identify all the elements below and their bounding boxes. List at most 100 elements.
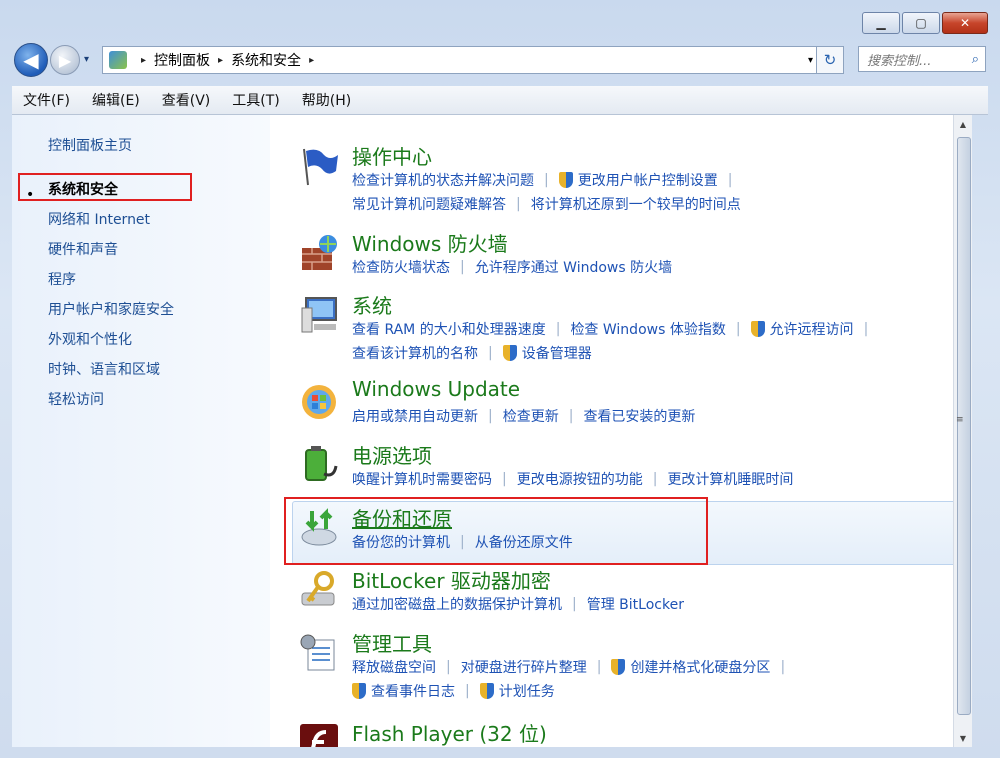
- task-link[interactable]: 允许远程访问: [770, 319, 854, 339]
- content-area: 控制面板主页 • 系统和安全 网络和 Internet 硬件和声音 程序 用户帐…: [12, 115, 972, 747]
- menu-view[interactable]: 查看(V): [151, 90, 222, 110]
- history-dropdown-icon[interactable]: ▾: [84, 54, 89, 65]
- close-button[interactable]: ✕: [942, 12, 988, 34]
- task-link[interactable]: 设备管理器: [522, 343, 592, 363]
- forward-button[interactable]: ▶: [50, 45, 80, 75]
- sidebar-item-clock-region[interactable]: 时钟、语言和区域: [48, 359, 160, 379]
- sidebar-home-link[interactable]: 控制面板主页: [48, 135, 132, 155]
- sidebar-item-network[interactable]: 网络和 Internet: [48, 209, 150, 229]
- task-link[interactable]: 查看已安装的更新: [583, 406, 695, 426]
- task-link[interactable]: 检查更新: [503, 406, 559, 426]
- search-input[interactable]: 搜索控制... ⌕: [858, 46, 986, 72]
- breadcrumb-separator-icon[interactable]: ▸: [309, 55, 314, 66]
- breadcrumb-separator-icon[interactable]: ▸: [218, 55, 223, 66]
- maximize-button[interactable]: ▢: [902, 12, 940, 34]
- category-title[interactable]: 管理工具: [352, 628, 432, 657]
- task-link[interactable]: 检查防火墙状态: [352, 257, 450, 277]
- link-divider: |: [488, 408, 493, 424]
- link-row: 释放磁盘空间 | 对硬盘进行碎片整理 | 创建并格式化硬盘分区 |: [352, 657, 795, 677]
- minimize-button[interactable]: ▁: [862, 12, 900, 34]
- task-link[interactable]: 常见计算机问题疑难解答: [352, 194, 506, 214]
- task-link[interactable]: 启用或禁用自动更新: [352, 406, 478, 426]
- link-divider: |: [572, 596, 577, 612]
- scroll-down-icon[interactable]: ▼: [956, 731, 970, 745]
- link-divider: |: [465, 683, 470, 699]
- link-divider: |: [460, 259, 465, 275]
- link-row: 查看 RAM 的大小和处理器速度 | 检查 Windows 体验指数 | 允许远程访…: [352, 319, 878, 339]
- link-row: 检查计算机的状态并解决问题 | 更改用户帐户控制设置 |: [352, 170, 742, 190]
- address-bar[interactable]: ▸ 控制面板 ▸ 系统和安全 ▸ ▾: [102, 46, 820, 74]
- link-divider: |: [596, 659, 602, 675]
- task-link[interactable]: 计划任务: [499, 681, 555, 701]
- menu-file[interactable]: 文件(F): [12, 90, 81, 110]
- link-divider: |: [544, 172, 549, 188]
- task-link[interactable]: 检查 Windows 体验指数: [570, 319, 725, 339]
- breadcrumb-separator-icon[interactable]: ▸: [141, 55, 146, 66]
- bitlocker-key-icon: [301, 571, 335, 606]
- task-link[interactable]: 更改电源按钮的功能: [517, 469, 643, 489]
- category-title[interactable]: BitLocker 驱动器加密: [352, 565, 551, 594]
- sidebar-item-user-accounts[interactable]: 用户帐户和家庭安全: [48, 299, 174, 319]
- link-row: 唤醒计算机时需要密码 | 更改电源按钮的功能 | 更改计算机睡眠时间: [352, 469, 793, 489]
- menu-help[interactable]: 帮助(H): [291, 90, 362, 110]
- link-divider: |: [516, 196, 521, 212]
- active-bullet: •: [26, 187, 35, 203]
- search-icon[interactable]: ⌕: [972, 52, 979, 67]
- category-title[interactable]: 电源选项: [352, 440, 432, 469]
- refresh-button[interactable]: ↻: [816, 46, 844, 74]
- task-link[interactable]: 允许程序通过 Windows 防火墙: [475, 257, 672, 277]
- task-link[interactable]: 创建并格式化硬盘分区: [630, 657, 770, 677]
- link-divider: |: [863, 321, 869, 337]
- category-title[interactable]: 系统: [352, 290, 392, 319]
- task-link[interactable]: 管理 BitLocker: [587, 594, 684, 614]
- task-link[interactable]: 对硬盘进行碎片整理: [461, 657, 587, 677]
- category-title[interactable]: Windows 防火墙: [352, 228, 508, 257]
- menu-tools[interactable]: 工具(T): [221, 90, 290, 110]
- control-panel-icon: [109, 51, 127, 69]
- link-divider: |: [735, 321, 741, 337]
- task-link[interactable]: 将计算机还原到一个较早的时间点: [531, 194, 741, 214]
- task-link[interactable]: 查看事件日志: [371, 681, 455, 701]
- task-link[interactable]: 更改用户帐户控制设置: [578, 170, 718, 190]
- window-frame: ▁ ▢ ✕ ◀ ▶ ▾ ▸ 控制面板 ▸ 系统和安全 ▸ ▾ ↻ 搜索控制...…: [0, 0, 1000, 758]
- task-link[interactable]: 唤醒计算机时需要密码: [352, 469, 492, 489]
- menu-edit[interactable]: 编辑(E): [81, 90, 151, 110]
- scroll-up-icon[interactable]: ▲: [956, 117, 970, 131]
- sidebar-item-programs[interactable]: 程序: [48, 269, 76, 289]
- task-link[interactable]: 查看该计算机的名称: [352, 343, 478, 363]
- firewall-icon: [302, 235, 337, 270]
- category-title[interactable]: Windows Update: [352, 377, 520, 401]
- sidebar-item-ease-of-access[interactable]: 轻松访问: [48, 389, 104, 409]
- category-title[interactable]: 操作中心: [352, 141, 432, 170]
- scroll-thumb[interactable]: [957, 137, 971, 715]
- sidebar-item-system-security[interactable]: 系统和安全: [48, 179, 118, 199]
- sidebar-item-appearance[interactable]: 外观和个性化: [48, 329, 132, 349]
- flag-icon: [303, 148, 338, 186]
- link-row: 通过加密磁盘上的数据保护计算机 | 管理 BitLocker: [352, 594, 684, 614]
- category-title[interactable]: Flash Player (32 位): [352, 718, 547, 747]
- link-row: 常见计算机问题疑难解答 | 将计算机还原到一个较早的时间点: [352, 194, 741, 214]
- breadcrumb-control-panel[interactable]: 控制面板: [154, 50, 210, 70]
- admin-tools-icon: [300, 634, 335, 671]
- task-link[interactable]: 更改计算机睡眠时间: [667, 469, 793, 489]
- link-divider: |: [446, 659, 451, 675]
- link-row: 检查防火墙状态 | 允许程序通过 Windows 防火墙: [352, 257, 672, 277]
- breadcrumb-system-security[interactable]: 系统和安全: [231, 50, 301, 70]
- navigation-bar: ◀ ▶ ▾ ▸ 控制面板 ▸ 系统和安全 ▸ ▾ ↻ 搜索控制... ⌕: [12, 42, 988, 78]
- sidebar-item-hardware[interactable]: 硬件和声音: [48, 239, 118, 259]
- search-placeholder: 搜索控制...: [867, 53, 932, 69]
- link-divider: |: [652, 471, 658, 487]
- link-divider: |: [568, 408, 574, 424]
- task-link[interactable]: 通过加密磁盘上的数据保护计算机: [352, 594, 562, 614]
- link-divider: |: [555, 321, 561, 337]
- shield-icon: [502, 345, 517, 361]
- back-button[interactable]: ◀: [14, 43, 48, 77]
- task-link[interactable]: 查看 RAM 的大小和处理器速度: [352, 319, 546, 339]
- vertical-scrollbar[interactable]: ▲ ≡ ▼: [953, 115, 972, 747]
- task-link[interactable]: 检查计算机的状态并解决问题: [352, 170, 534, 190]
- shield-icon: [750, 321, 765, 337]
- shield-icon: [611, 659, 626, 675]
- link-divider: |: [502, 471, 507, 487]
- address-dropdown-icon[interactable]: ▾: [808, 55, 813, 66]
- task-link[interactable]: 释放磁盘空间: [352, 657, 436, 677]
